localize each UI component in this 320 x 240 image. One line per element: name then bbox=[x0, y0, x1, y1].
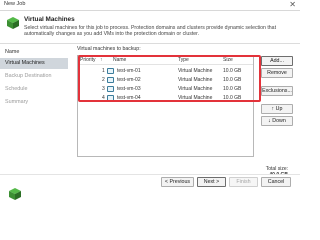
page-description: Select virtual machines for this job to … bbox=[24, 25, 277, 38]
selection-highlight bbox=[78, 55, 261, 102]
close-icon[interactable]: ✕ bbox=[289, 0, 296, 10]
sidebar-item-summary: Summary bbox=[5, 99, 29, 105]
sidebar-item-name[interactable]: Name bbox=[0, 47, 68, 58]
finish-button: Finish bbox=[229, 177, 258, 187]
wizard-footer: < Previous Next > Finish Cancel bbox=[0, 174, 300, 215]
sidebar-item-backup-destination: Backup Destination bbox=[5, 73, 52, 79]
vm-list-label: Virtual machines to backup: bbox=[77, 46, 141, 52]
window-titlebar: New Job ✕ bbox=[0, 0, 300, 11]
sidebar-item-virtual-machines[interactable]: Virtual Machines bbox=[0, 58, 68, 69]
next-button[interactable]: Next > bbox=[197, 177, 226, 187]
previous-button[interactable]: < Previous bbox=[161, 177, 194, 187]
up-button[interactable]: ↑ Up bbox=[261, 104, 293, 114]
add-button[interactable]: Add... bbox=[261, 56, 293, 66]
veeam-cube-icon bbox=[9, 188, 21, 200]
sidebar-item-schedule: Schedule bbox=[5, 86, 28, 92]
cancel-button[interactable]: Cancel bbox=[261, 177, 291, 187]
wizard-steps-sidebar: Name Virtual Machines Backup Destination… bbox=[0, 44, 68, 174]
down-button[interactable]: ↓ Down bbox=[261, 116, 293, 126]
wizard-header: Virtual Machines Select virtual machines… bbox=[0, 11, 300, 44]
window-title: New Job bbox=[4, 1, 26, 7]
remove-button[interactable]: Remove bbox=[261, 68, 293, 78]
veeam-cube-icon bbox=[7, 17, 19, 29]
exclusions-button[interactable]: Exclusions... bbox=[261, 86, 293, 96]
page-title: Virtual Machines bbox=[24, 16, 75, 23]
